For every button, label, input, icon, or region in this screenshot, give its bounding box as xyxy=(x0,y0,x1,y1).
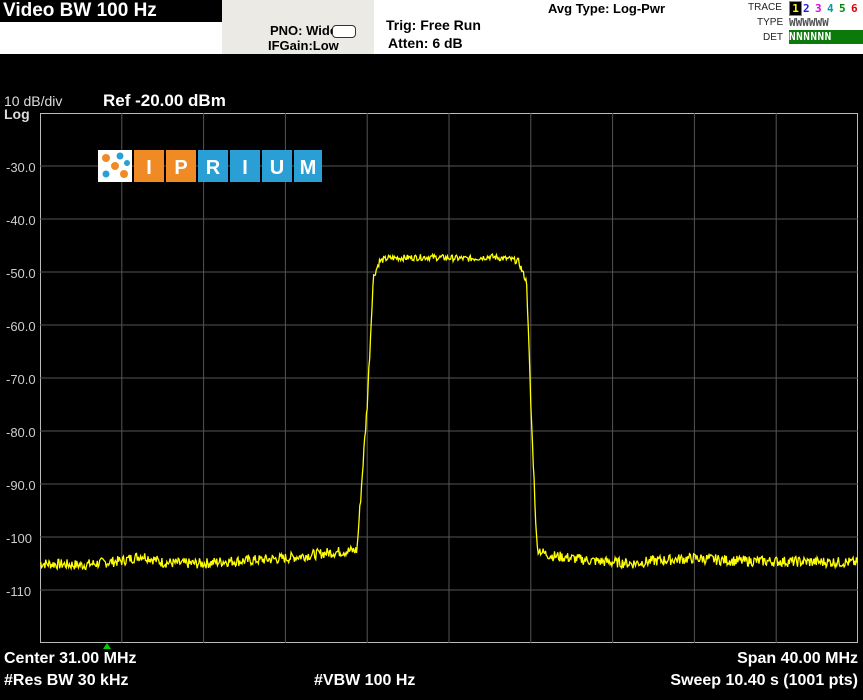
logo-graphic: I P R I U M xyxy=(98,150,322,182)
logo-letter: M xyxy=(300,157,317,179)
logo-letter: P xyxy=(174,157,187,179)
y-tick-label: -60.0 xyxy=(6,319,36,334)
det-label: DET xyxy=(763,32,783,43)
pno-toggle-icon[interactable] xyxy=(332,25,356,38)
trace-type-row: WWWWWW xyxy=(789,16,829,29)
y-tick-label: -40.0 xyxy=(6,213,36,228)
trace-4-button[interactable]: 4 xyxy=(827,2,834,15)
center-marker-icon xyxy=(103,643,111,649)
logo-letter: U xyxy=(270,157,284,179)
y-tick-label: -80.0 xyxy=(6,425,36,440)
y-tick-label: -70.0 xyxy=(6,372,36,387)
center-frequency[interactable]: Center 31.00 MHz xyxy=(4,650,137,668)
scale-type: Log xyxy=(4,106,30,122)
trace-6-button[interactable]: 6 xyxy=(851,2,858,15)
y-tick-label: -100 xyxy=(6,531,33,546)
logo-letter: I xyxy=(146,157,152,179)
trace-3-button[interactable]: 3 xyxy=(815,2,822,15)
sweep-time[interactable]: Sweep 10.40 s (1001 pts) xyxy=(670,672,858,690)
detector-row: NNNNNN xyxy=(789,30,863,44)
active-function-title: Video BW 100 Hz xyxy=(0,0,225,22)
y-tick-label: -110 xyxy=(6,584,32,599)
type-label: TYPE xyxy=(757,17,784,28)
logo-letter: I xyxy=(242,157,248,179)
trace-label: TRACE xyxy=(748,2,782,13)
y-tick-label: -50.0 xyxy=(6,266,36,281)
logo-letter: R xyxy=(206,157,221,179)
ifgain-setting[interactable]: IFGain:Low xyxy=(268,38,339,53)
y-tick-label: -90.0 xyxy=(6,478,36,493)
resolution-bandwidth[interactable]: #Res BW 30 kHz xyxy=(4,672,129,690)
trace-selector: 1 2 3 4 5 6 xyxy=(789,1,863,16)
spectrum-plot[interactable] xyxy=(40,113,858,643)
attenuation-setting[interactable]: Atten: 6 dB xyxy=(388,35,463,51)
trigger-setting[interactable]: Trig: Free Run xyxy=(386,17,481,33)
video-bandwidth[interactable]: #VBW 100 Hz xyxy=(314,672,415,690)
pno-setting[interactable]: PNO: Wide xyxy=(270,23,337,38)
y-tick-label: -30.0 xyxy=(6,160,36,175)
span[interactable]: Span 40.00 MHz xyxy=(737,650,858,668)
iprium-logo: I P R I U M xyxy=(98,150,322,182)
avg-type-setting[interactable]: Avg Type: Log-Pwr xyxy=(548,1,665,16)
trace-2-button[interactable]: 2 xyxy=(803,2,810,15)
reference-level: Ref -20.00 dBm xyxy=(103,91,226,110)
trace-5-button[interactable]: 5 xyxy=(839,2,846,15)
trace-1-button[interactable]: 1 xyxy=(789,1,802,16)
